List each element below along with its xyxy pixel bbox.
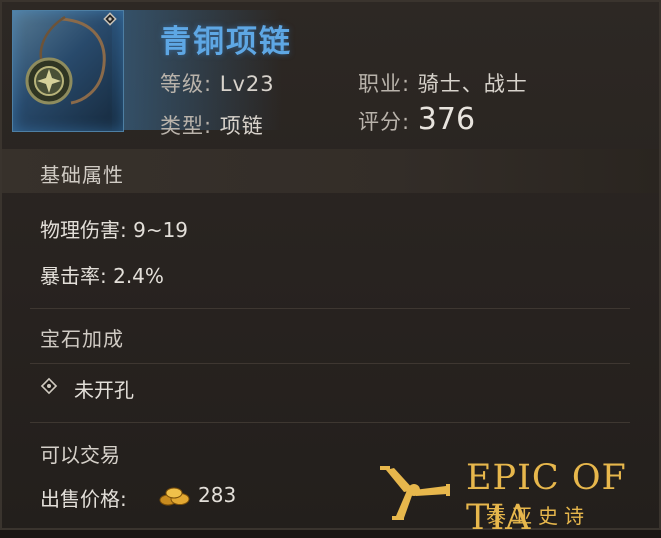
item-header: 青铜项链 等级: Lv23 职业: 骑士、战士 类型: 项链 评分: 376 bbox=[2, 2, 659, 146]
score-value: 376 bbox=[417, 102, 476, 137]
base-attributes-header: 基础属性 bbox=[2, 149, 659, 193]
level-stat: 等级: Lv23 bbox=[160, 68, 275, 98]
logo-subtitle: 泰亚史诗 bbox=[486, 504, 590, 528]
divider bbox=[30, 422, 630, 423]
epic-of-tia-logo: EPIC OF TIA 泰亚史诗 bbox=[374, 454, 654, 538]
level-label: 等级: bbox=[160, 72, 213, 96]
item-tooltip: 青铜项链 等级: Lv23 职业: 骑士、战士 类型: 项链 评分: 376 基… bbox=[0, 0, 661, 538]
attr-crit-rate: 暴击率: 2.4% bbox=[40, 264, 164, 288]
type-stat: 类型: 项链 bbox=[160, 110, 264, 140]
triskelion-logo-icon bbox=[380, 466, 450, 520]
type-value: 项链 bbox=[219, 114, 264, 138]
socket-status: 未开孔 bbox=[74, 378, 134, 402]
class-stat: 职业: 骑士、战士 bbox=[358, 68, 528, 98]
gem-bonus-title: 宝石加成 bbox=[40, 327, 124, 351]
empty-socket-icon bbox=[40, 377, 58, 395]
class-value: 骑士、战士 bbox=[417, 72, 528, 96]
item-name: 青铜项链 bbox=[160, 24, 292, 60]
score-label: 评分: bbox=[358, 110, 411, 134]
sell-price-value: 283 bbox=[198, 483, 237, 507]
class-label: 职业: bbox=[358, 72, 411, 96]
score-stat: 评分: 376 bbox=[358, 102, 475, 137]
type-label: 类型: bbox=[160, 114, 213, 138]
tradable-text: 可以交易 bbox=[40, 443, 120, 467]
divider bbox=[30, 308, 630, 309]
sell-price-label: 出售价格: bbox=[40, 487, 127, 511]
necklace-icon bbox=[25, 15, 106, 105]
base-attributes-title: 基础属性 bbox=[40, 163, 124, 187]
socket-diamond-icon bbox=[103, 12, 117, 26]
level-value: Lv23 bbox=[219, 72, 275, 96]
item-icon-frame[interactable] bbox=[12, 10, 124, 132]
divider bbox=[30, 363, 630, 364]
attr-physical-damage: 物理伤害: 9~19 bbox=[40, 218, 189, 242]
gold-coins-icon bbox=[159, 487, 190, 506]
